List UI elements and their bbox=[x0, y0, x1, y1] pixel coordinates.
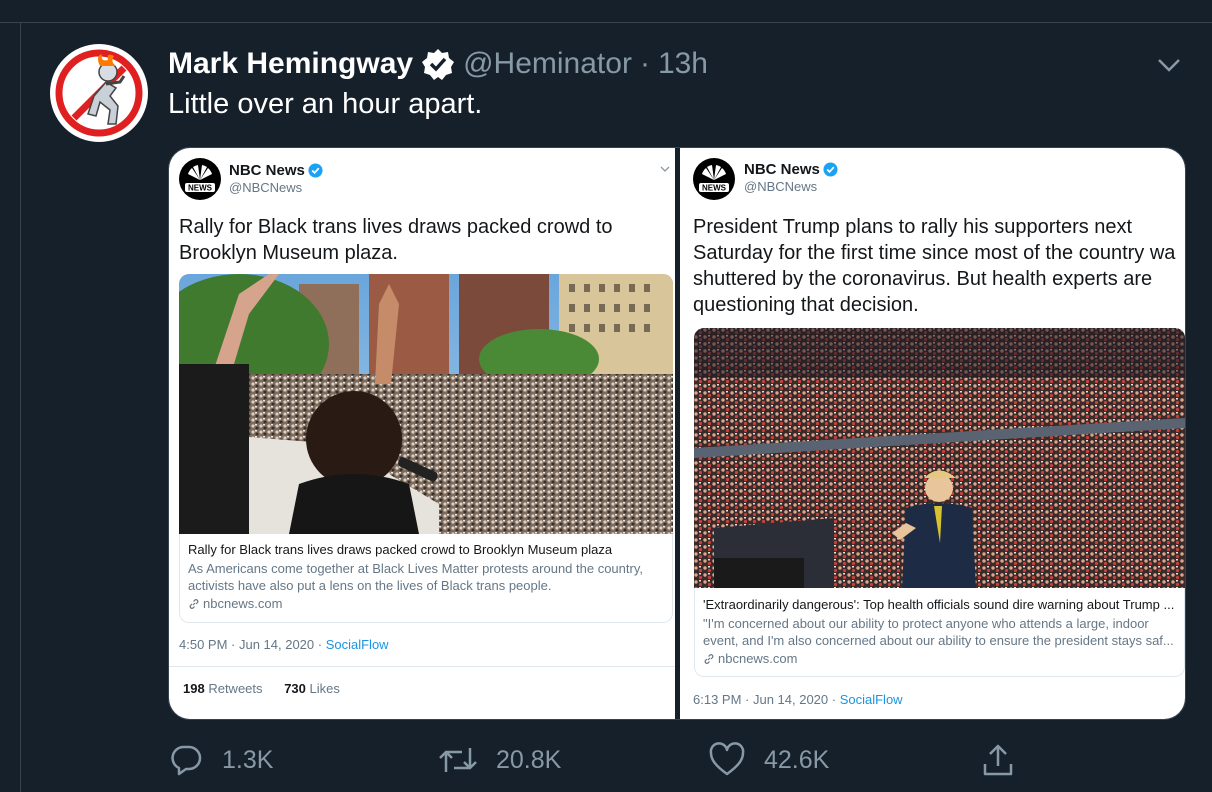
retweet-count: 20.8K bbox=[496, 745, 562, 774]
embed-tweet-text: Rally for Black trans lives draws packed… bbox=[179, 214, 613, 266]
embed-timestamp: 4:50 PM · Jun 14, 2020 · bbox=[179, 637, 326, 652]
embed-source: SocialFlow bbox=[325, 637, 389, 652]
embed-timestamp: 6:13 PM · Jun 14, 2020 · bbox=[693, 692, 840, 707]
author-name[interactable]: Mark Hemingway bbox=[168, 47, 413, 81]
stats-divider bbox=[169, 666, 675, 667]
reply-button[interactable]: 1.3K bbox=[168, 740, 273, 780]
trump-rally-photo bbox=[694, 328, 1185, 588]
author-handle[interactable]: @Heminator bbox=[463, 47, 632, 81]
embed-text-line: questioning that decision. bbox=[693, 294, 919, 316]
link-preview-card: Rally for Black trans lives draws packed… bbox=[179, 534, 673, 623]
tweet-header: Mark Hemingway @Heminator · 13h bbox=[168, 44, 708, 84]
embed-account-handle: @NBCNews bbox=[229, 180, 303, 195]
verified-icon bbox=[421, 47, 455, 81]
embed-text-line: Rally for Black trans lives draws packed… bbox=[179, 216, 613, 238]
embed-account-name-text: NBC News bbox=[229, 162, 305, 179]
link-domain-text: nbcnews.com bbox=[718, 651, 798, 666]
embed-timestamp-line: 6:13 PM · Jun 14, 2020 · SocialFlow bbox=[693, 692, 903, 707]
embed-text-line: President Trump plans to rally his suppo… bbox=[693, 216, 1133, 238]
svg-text:NEWS: NEWS bbox=[702, 184, 727, 193]
like-count: 42.6K bbox=[764, 745, 830, 774]
chevron-down-icon[interactable] bbox=[1156, 52, 1182, 78]
separator-dot: · bbox=[639, 47, 650, 80]
embed-account-name: NBC News bbox=[744, 161, 838, 178]
embed-stats: 198 Retweets 730 Likes bbox=[183, 681, 340, 696]
share-button[interactable] bbox=[980, 740, 1034, 780]
embed-text-line: Brooklyn Museum plaza. bbox=[179, 242, 398, 264]
reply-icon bbox=[171, 745, 202, 776]
timeline-border bbox=[20, 22, 21, 792]
embedded-tweet-screenshot-1[interactable]: NEWS NBC News @NBCNews Rally for Black t… bbox=[169, 148, 675, 719]
chevron-down-icon bbox=[659, 162, 671, 174]
link-desc-line: event, and I'm also concerned about our … bbox=[703, 633, 1174, 648]
link-desc-line: activists have also put a lens on the li… bbox=[188, 578, 552, 593]
reply-count: 1.3K bbox=[222, 745, 274, 774]
embed-tweet-text: President Trump plans to rally his suppo… bbox=[693, 214, 1175, 318]
link-preview-card: 'Extraordinarily dangerous': Top health … bbox=[694, 588, 1185, 677]
retweet-button[interactable]: 20.8K bbox=[438, 740, 561, 780]
embed-source: SocialFlow bbox=[839, 692, 903, 707]
like-icon bbox=[709, 742, 745, 776]
tweet-text: Little over an hour apart. bbox=[168, 88, 483, 120]
previous-tweet-divider bbox=[0, 0, 1212, 23]
link-card-description: As Americans come together at Black Live… bbox=[188, 560, 664, 594]
nbc-peacock-logo: NEWS bbox=[693, 158, 735, 200]
link-card-title: Rally for Black trans lives draws packed… bbox=[188, 542, 613, 557]
embed-timestamp-line: 4:50 PM · Jun 14, 2020 · SocialFlow bbox=[179, 637, 389, 652]
link-card-description: "I'm concerned about our ability to prot… bbox=[703, 615, 1176, 649]
nbc-peacock-logo: NEWS bbox=[179, 158, 221, 200]
likes-count: 730 bbox=[284, 681, 306, 696]
link-desc-line: As Americans come together at Black Live… bbox=[188, 561, 643, 576]
link-card-domain: nbcnews.com bbox=[188, 596, 664, 611]
link-desc-line: "I'm concerned about our ability to prot… bbox=[703, 616, 1149, 631]
embed-text-line: Saturday for the first time since most o… bbox=[693, 242, 1176, 264]
retweets-count: 198 bbox=[183, 681, 205, 696]
like-button[interactable]: 42.6K bbox=[708, 740, 829, 780]
link-card-domain: nbcnews.com bbox=[703, 651, 1176, 666]
author-avatar[interactable] bbox=[50, 44, 148, 142]
share-icon bbox=[983, 744, 1013, 776]
embed-account-name-text: NBC News bbox=[744, 161, 820, 178]
verified-icon bbox=[308, 163, 323, 178]
link-icon bbox=[189, 598, 199, 609]
link-domain-text: nbcnews.com bbox=[203, 596, 283, 611]
retweet-icon bbox=[439, 748, 477, 772]
embed-account-name: NBC News bbox=[229, 162, 323, 179]
link-icon bbox=[704, 653, 714, 664]
embed-text-line: shuttered by the coronavirus. But health… bbox=[693, 268, 1153, 290]
embed-account-handle: @NBCNews bbox=[744, 179, 818, 194]
verified-icon bbox=[823, 162, 838, 177]
embedded-tweet-screenshot-2[interactable]: NEWS NBC News @NBCNews President Trump p… bbox=[680, 148, 1185, 719]
likes-label: Likes bbox=[309, 681, 340, 696]
tweet-media[interactable]: NEWS NBC News @NBCNews Rally for Black t… bbox=[168, 147, 1186, 720]
rally-crowd-photo bbox=[179, 274, 673, 534]
retweets-label: Retweets bbox=[208, 681, 263, 696]
link-card-title: 'Extraordinarily dangerous': Top health … bbox=[703, 597, 1175, 612]
tweet-timestamp[interactable]: 13h bbox=[658, 47, 708, 81]
svg-text:NEWS: NEWS bbox=[188, 184, 213, 193]
